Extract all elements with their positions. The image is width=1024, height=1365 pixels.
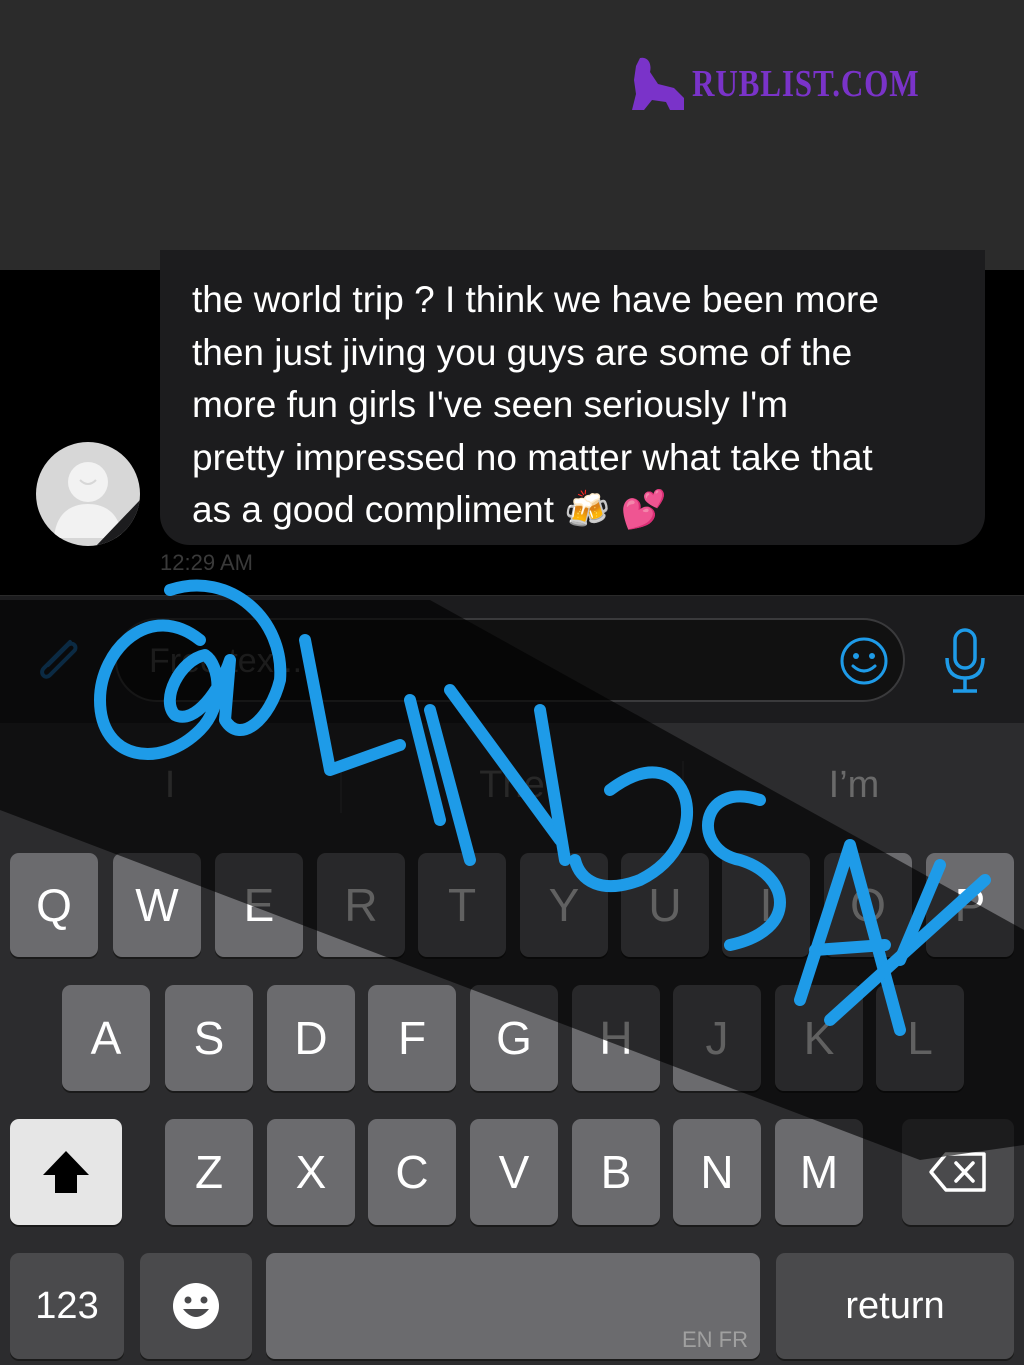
key-f[interactable]: F — [368, 985, 456, 1091]
message-timestamp: 12:29 AM — [160, 550, 253, 575]
key-d[interactable]: D — [267, 985, 355, 1091]
message-input[interactable] — [147, 638, 831, 684]
rublist-logo: RUBLIST.COM — [630, 52, 969, 116]
key-a[interactable]: A — [62, 985, 150, 1091]
emoji-key[interactable] — [140, 1253, 252, 1359]
key-n[interactable]: N — [673, 1119, 761, 1225]
keyboard: I The I’m Q W E R T Y U I O P A S D F G … — [0, 723, 1024, 1365]
default-avatar-icon — [54, 462, 140, 546]
key-l[interactable]: L — [876, 985, 964, 1091]
key-r[interactable]: R — [317, 853, 405, 957]
logo-text: RUBLIST.COM — [692, 63, 920, 105]
backspace-icon — [929, 1152, 986, 1192]
chat-area: the world trip ? I think we have been mo… — [0, 250, 1024, 595]
return-key[interactable]: return — [776, 1253, 1014, 1359]
suggestion-1[interactable]: I — [0, 755, 340, 815]
key-v[interactable]: V — [470, 1119, 558, 1225]
emoji-face-icon — [173, 1283, 219, 1329]
emoji-smiley-icon[interactable] — [839, 636, 889, 686]
key-e[interactable]: E — [215, 853, 303, 957]
key-p[interactable]: P — [926, 853, 1014, 957]
key-t[interactable]: T — [418, 853, 506, 957]
key-s[interactable]: S — [165, 985, 253, 1091]
key-i[interactable]: I — [722, 853, 810, 957]
message-input-field[interactable] — [115, 618, 905, 702]
suggestion-2[interactable]: The — [342, 755, 682, 815]
microphone-icon[interactable] — [940, 626, 990, 698]
delete-key[interactable] — [902, 1119, 1014, 1225]
key-h[interactable]: H — [572, 985, 660, 1091]
key-x[interactable]: X — [267, 1119, 355, 1225]
top-bar: RUBLIST.COM — [0, 0, 1024, 270]
key-c[interactable]: C — [368, 1119, 456, 1225]
logo-figure-icon — [632, 57, 684, 110]
key-g[interactable]: G — [470, 985, 558, 1091]
space-language-label: EN FR — [682, 1327, 748, 1352]
paperclip-icon[interactable] — [30, 632, 86, 688]
message-bubble: the world trip ? I think we have been mo… — [160, 250, 985, 545]
key-o[interactable]: O — [824, 853, 912, 957]
key-w[interactable]: W — [113, 853, 201, 957]
key-u[interactable]: U — [621, 853, 709, 957]
shift-arrow-icon — [43, 1151, 89, 1193]
key-q[interactable]: Q — [10, 853, 98, 957]
key-y[interactable]: Y — [520, 853, 608, 957]
avatar[interactable] — [36, 442, 140, 546]
numbers-key[interactable]: 123 — [10, 1253, 124, 1359]
key-z[interactable]: Z — [165, 1119, 253, 1225]
key-j[interactable]: J — [673, 985, 761, 1091]
shift-key[interactable] — [10, 1119, 122, 1225]
suggestion-3[interactable]: I’m — [684, 755, 1024, 815]
key-m[interactable]: M — [775, 1119, 863, 1225]
key-k[interactable]: K — [775, 985, 863, 1091]
message-text: the world trip ? I think we have been mo… — [192, 279, 879, 530]
space-bar[interactable]: EN FR — [266, 1253, 760, 1359]
key-b[interactable]: B — [572, 1119, 660, 1225]
composer-bar — [0, 595, 1024, 724]
